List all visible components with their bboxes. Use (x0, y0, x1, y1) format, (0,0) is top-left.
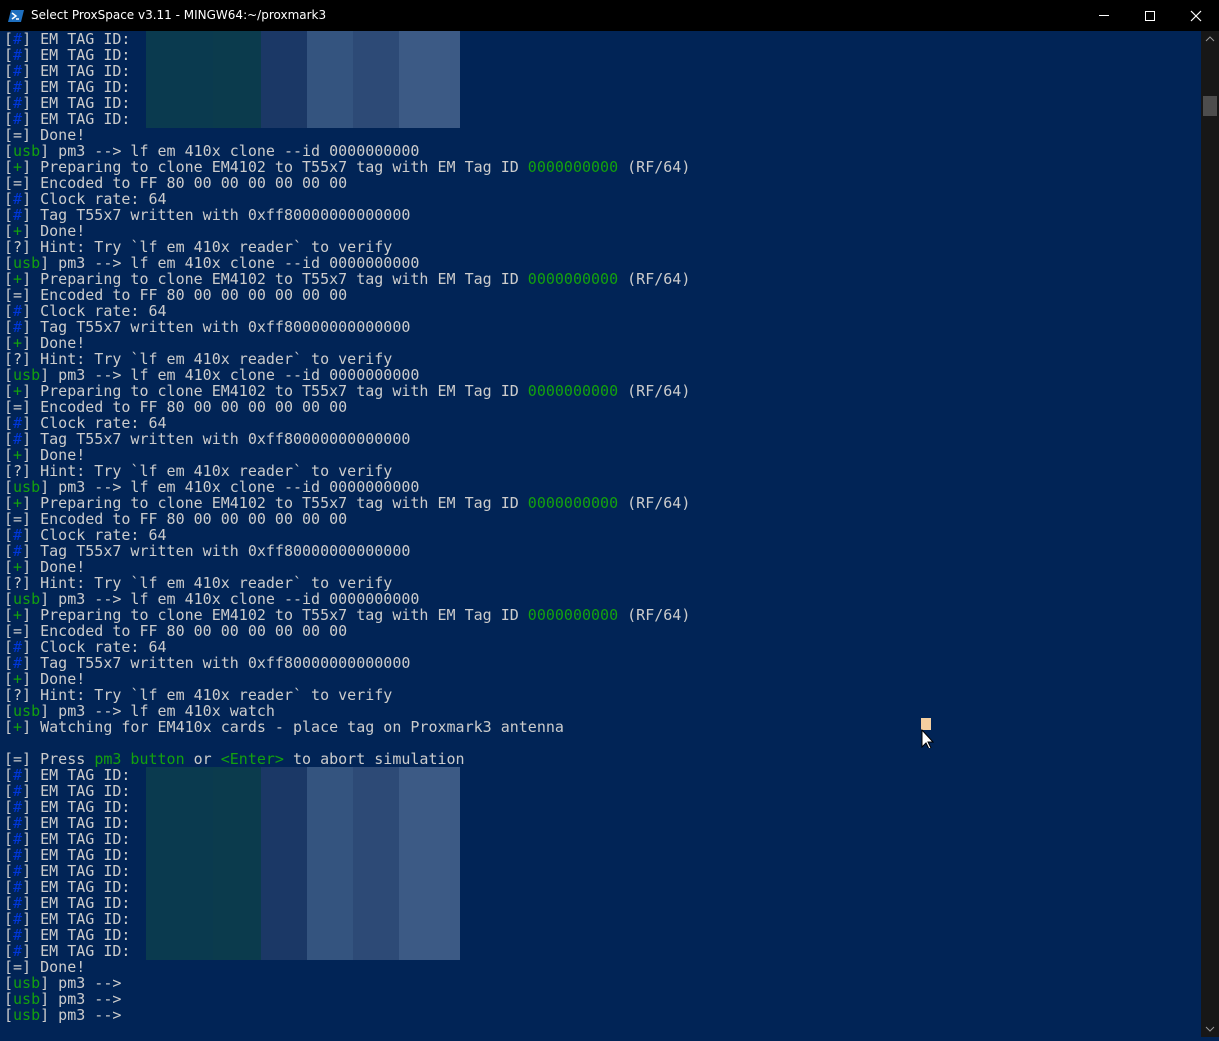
terminal-text: (RF/64) (618, 494, 691, 512)
terminal-text: usb (13, 1006, 41, 1024)
vertical-scrollbar[interactable] (1201, 31, 1219, 1037)
mouse-cursor-icon (921, 718, 934, 748)
redacted-tag-ids-bottom (146, 767, 460, 960)
terminal-line: [usb] pm3 --> lf em 410x clone --id 0000… (4, 143, 690, 159)
terminal-text: 0000000000 (527, 270, 619, 288)
terminal-line: [+] Done! (4, 223, 690, 239)
terminal-line: [usb] pm3 --> (4, 991, 690, 1007)
terminal-line: [#] Tag T55x7 written with 0xff800000000… (4, 543, 690, 559)
terminal-line: [+] Watching for EM410x cards - place ta… (4, 719, 690, 735)
terminal-text: ] Watching for EM410x cards - place tag … (22, 718, 564, 736)
terminal-text: (RF/64) (618, 270, 691, 288)
terminal-line: [#] Clock rate: 64 (4, 191, 690, 207)
terminal-line: [#] Clock rate: 64 (4, 303, 690, 319)
terminal-line: [=] Done! (4, 959, 690, 975)
terminal-line: [+] Preparing to clone EM4102 to T55x7 t… (4, 607, 690, 623)
terminal-line: [#] Tag T55x7 written with 0xff800000000… (4, 431, 690, 447)
terminal-line: [=] Press pm3 button or <Enter> to abort… (4, 751, 690, 767)
window-title: Select ProxSpace v3.11 - MINGW64:~/proxm… (31, 8, 327, 22)
terminal-text: (RF/64) (618, 382, 691, 400)
close-icon (1190, 10, 1202, 22)
terminal-line: [+] Preparing to clone EM4102 to T55x7 t… (4, 159, 690, 175)
terminal-line: [#] Clock rate: 64 (4, 639, 690, 655)
title-bar[interactable]: Select ProxSpace v3.11 - MINGW64:~/proxm… (0, 0, 1219, 31)
minimize-button[interactable] (1081, 0, 1127, 31)
scroll-thumb[interactable] (1203, 96, 1217, 116)
terminal-line: [+] Done! (4, 335, 690, 351)
powershell-icon (8, 10, 24, 22)
terminal-line: [#] Tag T55x7 written with 0xff800000000… (4, 319, 690, 335)
terminal-line: [=] Encoded to FF 80 00 00 00 00 00 00 (4, 623, 690, 639)
scroll-up-button[interactable] (1201, 31, 1219, 48)
terminal-text: 0000000000 (527, 158, 619, 176)
terminal-line: [#] Tag T55x7 written with 0xff800000000… (4, 207, 690, 223)
terminal-text: (RF/64) (618, 158, 691, 176)
terminal-line: [=] Encoded to FF 80 00 00 00 00 00 00 (4, 399, 690, 415)
chevron-down-icon (1205, 1026, 1215, 1032)
terminal-line: [usb] pm3 --> lf em 410x clone --id 0000… (4, 367, 690, 383)
maximize-icon (1145, 11, 1155, 21)
terminal-text: [ (4, 1006, 14, 1024)
terminal-line: [+] Done! (4, 447, 690, 463)
terminal-line: [?] Hint: Try `lf em 410x reader` to ver… (4, 463, 690, 479)
minimize-icon (1099, 15, 1109, 16)
terminal-line: [#] Tag T55x7 written with 0xff800000000… (4, 655, 690, 671)
terminal-line: [?] Hint: Try `lf em 410x reader` to ver… (4, 575, 690, 591)
terminal-line: [+] Done! (4, 559, 690, 575)
terminal-text: 0000000000 (527, 494, 619, 512)
terminal-line: [usb] pm3 --> lf em 410x watch (4, 703, 690, 719)
terminal-line: [#] Clock rate: 64 (4, 415, 690, 431)
redacted-tag-ids-top (146, 31, 460, 128)
terminal-line: [+] Preparing to clone EM4102 to T55x7 t… (4, 495, 690, 511)
scroll-down-button[interactable] (1201, 1020, 1219, 1037)
terminal-line: [?] Hint: Try `lf em 410x reader` to ver… (4, 687, 690, 703)
terminal-line: [usb] pm3 --> lf em 410x clone --id 0000… (4, 479, 690, 495)
terminal-text: ] pm3 --> (40, 1006, 122, 1024)
terminal-text: + (13, 718, 23, 736)
terminal-text: (RF/64) (618, 606, 691, 624)
terminal-output[interactable]: [#] EM TAG ID: 52 )[#] EM TAG ID: 52 )[#… (0, 31, 1201, 1037)
chevron-up-icon (1205, 36, 1215, 42)
terminal-line: [usb] pm3 --> (4, 975, 690, 991)
terminal-text: 0000000000 (527, 382, 619, 400)
terminal-text: [ (4, 718, 14, 736)
close-button[interactable] (1173, 0, 1219, 31)
terminal-line: [#] Clock rate: 64 (4, 527, 690, 543)
terminal-line: [usb] pm3 --> (4, 1007, 690, 1023)
terminal-line: [+] Done! (4, 671, 690, 687)
terminal-line: [+] Preparing to clone EM4102 to T55x7 t… (4, 271, 690, 287)
terminal-line: [=] Encoded to FF 80 00 00 00 00 00 00 (4, 511, 690, 527)
terminal-line: [=] Encoded to FF 80 00 00 00 00 00 00 (4, 287, 690, 303)
terminal-line: [usb] pm3 --> lf em 410x clone --id 0000… (4, 255, 690, 271)
terminal-line: [=] Encoded to FF 80 00 00 00 00 00 00 (4, 175, 690, 191)
terminal-line: [=] Done! (4, 127, 690, 143)
terminal-line: [usb] pm3 --> lf em 410x clone --id 0000… (4, 591, 690, 607)
terminal-line: [?] Hint: Try `lf em 410x reader` to ver… (4, 239, 690, 255)
terminal-line: [+] Preparing to clone EM4102 to T55x7 t… (4, 383, 690, 399)
terminal-line: [?] Hint: Try `lf em 410x reader` to ver… (4, 351, 690, 367)
terminal-text: 0000000000 (527, 606, 619, 624)
maximize-button[interactable] (1127, 0, 1173, 31)
